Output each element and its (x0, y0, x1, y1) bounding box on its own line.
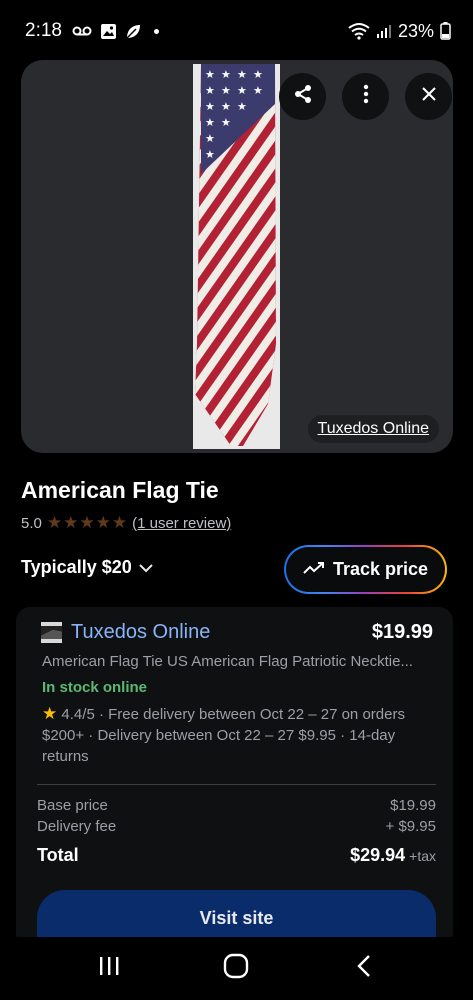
product-title: American Flag Tie (21, 477, 219, 503)
offer-description: American Flag Tie US American Flag Patri… (42, 653, 413, 670)
svg-text:★: ★ (221, 100, 231, 113)
product-photo: ★ ★ ★ ★ ★ ★ ★ ★ ★ ★ ★ ★ ★ ★ ★ (193, 64, 280, 449)
star-icon: ★ (46, 513, 63, 532)
typical-price: Typically $20 (21, 557, 132, 577)
merchant-row: Tuxedos Online $19.99 (41, 621, 433, 644)
total-value: $29.94 (350, 845, 406, 865)
signal-icon (376, 23, 392, 39)
divider (37, 784, 436, 785)
svg-text:★: ★ (221, 68, 231, 81)
rating-value: 5.0 (21, 514, 42, 532)
share-icon (292, 83, 314, 110)
svg-text:★: ★ (237, 100, 247, 113)
battery-icon (440, 22, 451, 40)
back-icon (357, 954, 371, 983)
svg-text:★: ★ (253, 68, 263, 81)
status-bar: 2:18 23% (0, 0, 473, 62)
voicemail-icon (72, 25, 92, 37)
track-price-label: Track price (332, 559, 429, 579)
more-vert-icon (363, 84, 369, 109)
delivery-fee-value: + $9.95 (385, 818, 436, 835)
star-icon: ★ (95, 513, 111, 532)
offer-card: Tuxedos Online $19.99 American Flag Tie … (16, 607, 453, 947)
star-icon: ★ (111, 513, 128, 532)
svg-text:★: ★ (253, 84, 263, 97)
offer-price: $19.99 (371, 621, 433, 643)
base-price-label: Base price (37, 797, 108, 814)
star-icon: ★ (42, 704, 58, 723)
track-price-button[interactable]: Track price (284, 545, 447, 594)
battery-percent: 23% (397, 20, 434, 41)
rating-stars: ★ ★ ★ ★ ★ (47, 513, 127, 533)
more-options-button[interactable] (342, 73, 389, 120)
svg-text:★: ★ (205, 116, 215, 129)
wifi-icon (348, 22, 370, 40)
svg-text:★: ★ (237, 68, 247, 81)
merchant-link[interactable]: Tuxedos Online (41, 621, 210, 644)
recent-apps-button[interactable] (79, 944, 139, 994)
status-bar-right: 23% (348, 21, 451, 42)
gallery-icon (100, 23, 117, 40)
leaf-icon (125, 23, 142, 40)
star-icon: ★ (63, 513, 79, 532)
recent-apps-icon (98, 956, 120, 981)
status-bar-left: 2:18 (25, 20, 159, 42)
close-button[interactable] (405, 73, 452, 120)
navigation-bar (0, 937, 473, 1000)
star-icon: ★ (79, 513, 95, 532)
typical-price-dropdown[interactable]: Typically $20 (21, 557, 154, 578)
total-value-group: $29.94 +tax (350, 845, 436, 866)
offer-details: ★ 4.4/5 · Free delivery between Oct 22 –… (42, 703, 431, 767)
total-label: Total (37, 845, 79, 865)
back-button[interactable] (334, 944, 394, 994)
svg-text:★: ★ (205, 84, 215, 97)
merchant-name: Tuxedos Online (71, 621, 211, 643)
svg-text:★: ★ (205, 148, 215, 161)
delivery-fee-label: Delivery fee (37, 818, 117, 835)
merchant-logo-icon (41, 622, 62, 643)
close-icon (421, 86, 437, 107)
tax-label: +tax (409, 848, 436, 864)
product-image-card[interactable]: ★ ★ ★ ★ ★ ★ ★ ★ ★ ★ ★ ★ ★ ★ ★ Tuxedos Online (21, 60, 453, 453)
reviews-link[interactable]: (1 user review) (132, 515, 231, 532)
svg-text:★: ★ (221, 84, 231, 97)
svg-text:★: ★ (237, 84, 247, 97)
trend-icon (303, 559, 325, 580)
rating-row: 5.0 ★ ★ ★ ★ ★ (1 user review) (21, 513, 231, 533)
share-button[interactable] (279, 73, 326, 120)
base-price-row: Base price $19.99 (37, 797, 436, 814)
base-price-value: $19.99 (390, 797, 436, 814)
total-row: Total $29.94 +tax (37, 845, 436, 866)
image-source-link[interactable]: Tuxedos Online (307, 415, 439, 443)
chevron-down-icon (138, 557, 154, 578)
home-icon (223, 953, 249, 984)
stock-status: In stock online (42, 679, 148, 696)
delivery-fee-row: Delivery fee + $9.95 (37, 818, 436, 835)
svg-text:★: ★ (221, 116, 231, 129)
seller-rating: 4.4/5 (61, 706, 95, 723)
svg-text:★: ★ (205, 132, 215, 145)
clock: 2:18 (25, 20, 62, 41)
dot-icon (153, 28, 159, 34)
delivery-details: · Free delivery between Oct 22 – 27 on o… (42, 706, 405, 765)
svg-text:★: ★ (205, 68, 215, 81)
home-button[interactable] (206, 944, 266, 994)
svg-text:★: ★ (205, 100, 215, 113)
